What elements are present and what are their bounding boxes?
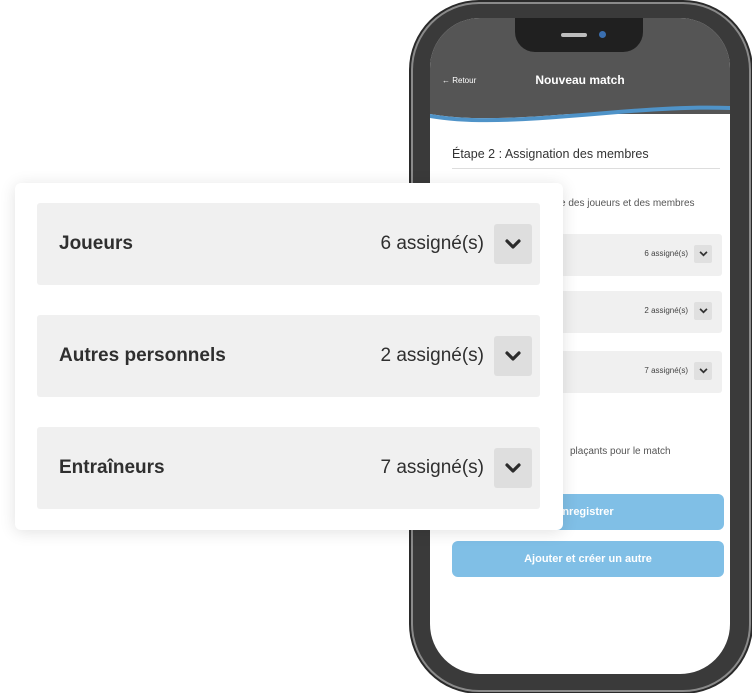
- expand-toggle[interactable]: [494, 336, 532, 376]
- mini-expand-toggle[interactable]: [694, 362, 712, 380]
- member-assignment-card: Joueurs 6 assigné(s) Autres personnels 2…: [15, 183, 563, 530]
- mini-row-count: 7 assigné(s): [644, 366, 688, 375]
- step-divider: [452, 168, 720, 169]
- chevron-down-icon: [505, 350, 521, 361]
- expand-toggle[interactable]: [494, 448, 532, 488]
- chevron-down-icon: [505, 462, 521, 473]
- header-wave: [430, 102, 730, 123]
- chevron-down-icon: [698, 368, 708, 374]
- row-count: 6 assigné(s): [380, 233, 485, 254]
- mini-row-count: 6 assigné(s): [644, 249, 688, 258]
- row-count: 7 assigné(s): [380, 457, 485, 478]
- add-another-button[interactable]: Ajouter et créer un autre: [452, 541, 724, 577]
- row-entraineurs[interactable]: Entraîneurs 7 assigné(s): [37, 427, 540, 509]
- chevron-down-icon: [698, 251, 708, 257]
- step-title: Étape 2 : Assignation des membres: [452, 147, 649, 161]
- expand-toggle[interactable]: [494, 224, 532, 264]
- chevron-down-icon: [698, 308, 708, 314]
- row-joueurs[interactable]: Joueurs 6 assigné(s): [37, 203, 540, 285]
- replacements-text: plaçants pour le match: [570, 446, 671, 457]
- mini-expand-toggle[interactable]: [694, 245, 712, 263]
- step-description: e des joueurs et des membres: [560, 198, 695, 209]
- row-count: 2 assigné(s): [380, 345, 485, 366]
- mini-row-count: 2 assigné(s): [644, 306, 688, 315]
- row-label: Joueurs: [59, 233, 133, 254]
- row-label: Entraîneurs: [59, 457, 165, 478]
- mini-expand-toggle[interactable]: [694, 302, 712, 320]
- phone-notch: [515, 18, 643, 52]
- camera-icon: [599, 31, 606, 38]
- speaker-grille: [561, 33, 587, 37]
- page-title: Nouveau match: [535, 73, 625, 87]
- row-label: Autres personnels: [59, 345, 226, 366]
- row-autres-personnels[interactable]: Autres personnels 2 assigné(s): [37, 315, 540, 397]
- chevron-down-icon: [505, 238, 521, 249]
